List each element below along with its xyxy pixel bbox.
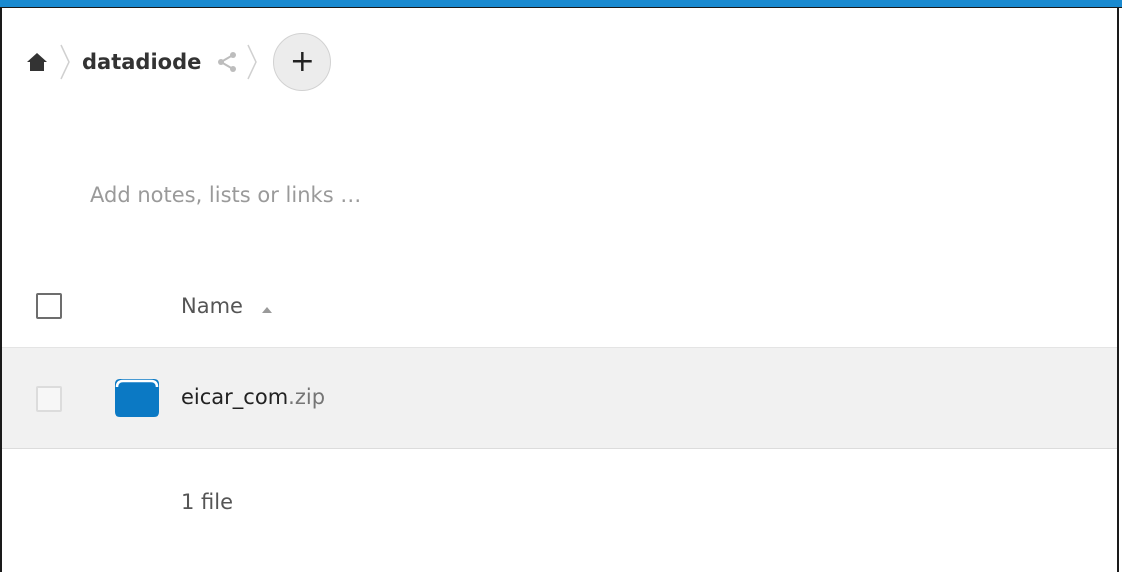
share-icon[interactable] — [215, 50, 239, 74]
file-extension: .zip — [288, 385, 326, 409]
file-count-summary: 1 file — [181, 490, 234, 514]
column-header-name[interactable]: Name — [181, 294, 243, 318]
select-all-checkbox[interactable] — [36, 293, 62, 319]
breadcrumb-separator — [239, 32, 265, 92]
breadcrumb: datadiode + — [22, 32, 332, 92]
file-basename: eicar_com — [181, 385, 289, 409]
home-icon[interactable] — [22, 47, 52, 77]
breadcrumb-separator — [52, 32, 78, 92]
table-row[interactable]: eicar_com.zip — [2, 347, 1117, 449]
breadcrumb-item-datadiode[interactable]: datadiode — [82, 50, 201, 74]
file-name[interactable]: eicar_com.zip — [181, 385, 325, 409]
add-new-button[interactable]: + — [273, 33, 332, 91]
row-select-checkbox[interactable] — [36, 386, 62, 412]
table-header: Name — [0, 276, 1119, 336]
header-accent-bar — [0, 0, 1122, 8]
sort-ascending-icon[interactable] — [261, 306, 273, 314]
plus-icon: + — [289, 44, 315, 79]
notes-editor-placeholder[interactable]: Add notes, lists or links … — [90, 183, 361, 207]
file-zip-icon — [115, 379, 159, 417]
